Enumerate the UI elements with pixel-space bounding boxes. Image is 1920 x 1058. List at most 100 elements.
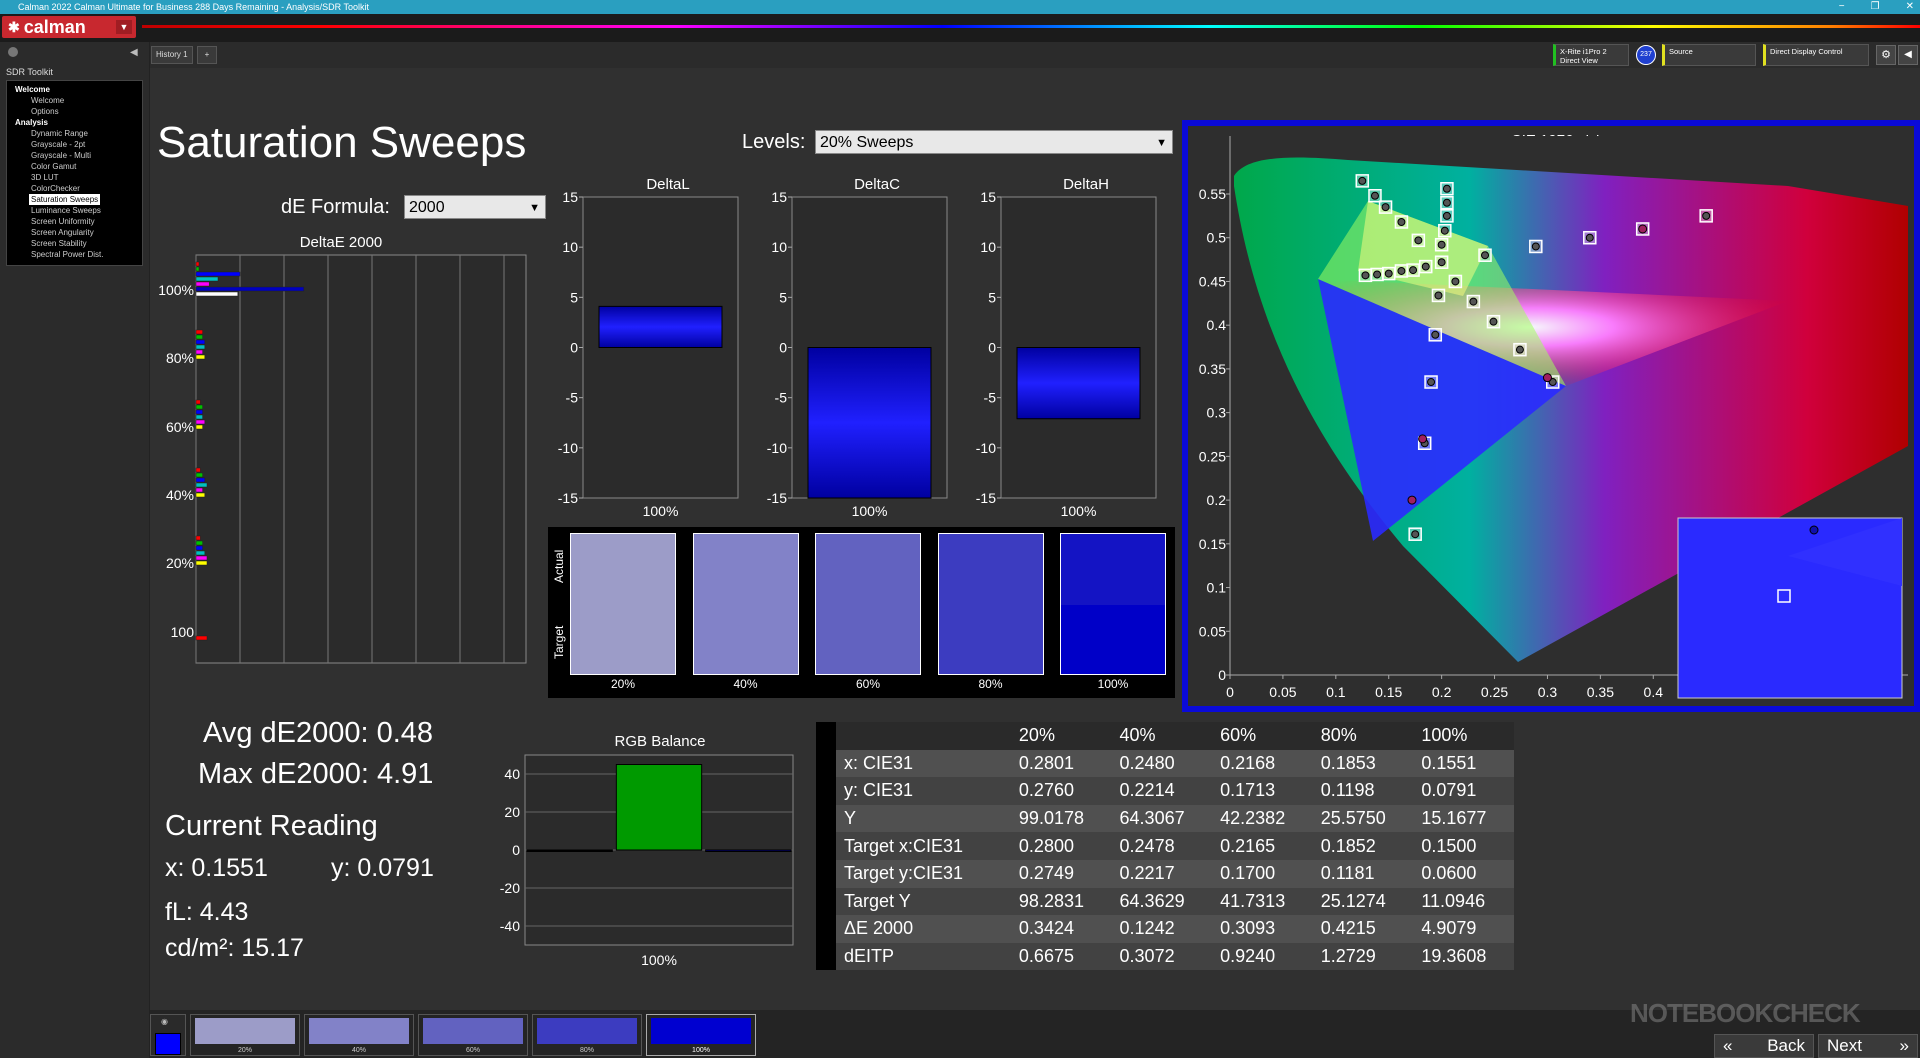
watermark: NOTEBOOKCHECK bbox=[1630, 998, 1861, 1028]
table-row: ΔE 2000 0.3424 0.1242 0.3093 0.4215 4.9079 bbox=[816, 915, 1514, 943]
swatch-actual bbox=[816, 534, 920, 605]
cie-actual-marker bbox=[1638, 224, 1648, 234]
tree-item[interactable]: Options bbox=[15, 106, 142, 117]
cie-ytick: 0.2 bbox=[1207, 492, 1227, 508]
table-row-label: Y bbox=[836, 804, 1011, 833]
tree-item[interactable]: Welcome bbox=[15, 84, 142, 95]
workflow-title: SDR Toolkit bbox=[6, 67, 53, 77]
meter-mode: Direct View bbox=[1560, 56, 1598, 65]
collapse-panel-icon[interactable]: ◀ bbox=[130, 47, 138, 58]
rgb-ytick: -40 bbox=[500, 918, 520, 934]
tree-item[interactable]: Screen Angularity bbox=[15, 227, 142, 238]
settings-gear-icon[interactable]: ⚙ bbox=[1876, 45, 1896, 65]
table-cell: 0.1500 bbox=[1413, 832, 1514, 860]
cie-xtick: 0.4 bbox=[1644, 684, 1664, 700]
display-label: Direct Display Control bbox=[1770, 47, 1843, 56]
table-cell: 0.0600 bbox=[1413, 859, 1514, 888]
tree-item[interactable]: ColorChecker bbox=[15, 183, 142, 194]
deltae-ytick: 100% bbox=[158, 282, 194, 298]
deltae-bar bbox=[195, 477, 206, 483]
formula-dropdown[interactable]: 2000 ▼ bbox=[404, 195, 546, 219]
swatch-pair bbox=[815, 533, 921, 675]
bottom-swatch[interactable]: 40% bbox=[304, 1014, 414, 1056]
swatch-pair bbox=[1060, 533, 1166, 675]
delta-ytick: 10 bbox=[771, 239, 787, 255]
deltae-bar bbox=[195, 399, 201, 405]
tree-item[interactable]: Screen Stability bbox=[15, 238, 142, 249]
tree-item[interactable]: Screen Uniformity bbox=[15, 216, 142, 227]
calman-mark-icon: ✱ bbox=[8, 18, 20, 35]
back-button[interactable]: « Back bbox=[1714, 1034, 1814, 1058]
table-cell: 0.1852 bbox=[1312, 832, 1414, 860]
meter-selector[interactable]: X-Rite i1Pro 2 Direct View bbox=[1553, 44, 1629, 66]
source-selector[interactable]: Source bbox=[1662, 44, 1756, 66]
window-controls: − ❐ ✕ bbox=[1839, 0, 1914, 14]
chevron-down-icon: ▼ bbox=[1156, 137, 1167, 149]
tree-item[interactable]: Spectral Power Dist. bbox=[15, 249, 142, 260]
delta-chart: 15 10 5 0 -5 -10 -15 100% bbox=[976, 192, 1157, 519]
tree-item[interactable]: Welcome bbox=[15, 95, 142, 106]
tree-item[interactable]: Luminance Sweeps bbox=[15, 205, 142, 216]
table-row-label: Target y:CIE31 bbox=[836, 859, 1011, 888]
add-history-button[interactable]: + bbox=[197, 46, 217, 64]
rgb-ytick: 20 bbox=[504, 804, 520, 820]
tree-item[interactable]: Color Gamut bbox=[15, 161, 142, 172]
levels-label: Levels: bbox=[742, 131, 806, 153]
tree-item[interactable]: Saturation Sweeps bbox=[15, 194, 142, 205]
tree-item[interactable]: 3D LUT bbox=[15, 172, 142, 183]
meter-badge[interactable]: 237 bbox=[1636, 45, 1656, 65]
table-cell: 25.1274 bbox=[1312, 887, 1414, 916]
delta-ytick: -10 bbox=[976, 440, 996, 456]
deltae-bar bbox=[195, 635, 208, 641]
tree-item[interactable]: Dynamic Range bbox=[15, 128, 142, 139]
cie-actual-marker bbox=[1397, 266, 1406, 275]
table-cell: 0.2168 bbox=[1212, 749, 1313, 778]
tree-item[interactable]: Grayscale - Multi bbox=[15, 150, 142, 161]
bottom-swatch[interactable]: 60% bbox=[418, 1014, 528, 1056]
current-color-swatch-box[interactable]: ◉ bbox=[150, 1014, 186, 1056]
deltae-bar bbox=[195, 276, 219, 282]
cie-zoom-actual-marker bbox=[1809, 525, 1819, 535]
table-header-row: 20% 40% 60% 80% 100% bbox=[816, 722, 1514, 750]
chevron-down-icon[interactable]: ▼ bbox=[116, 20, 132, 34]
deltae-ytick: 100 bbox=[171, 624, 195, 640]
current-reading-title: Current Reading bbox=[165, 810, 378, 842]
current-color-swatch bbox=[155, 1033, 181, 1055]
avg-de: Avg dE2000: 0.48 bbox=[203, 717, 434, 749]
display-selector[interactable]: Direct Display Control bbox=[1763, 44, 1869, 66]
maximize-button[interactable]: ❐ bbox=[1871, 0, 1880, 14]
cie-actual-marker bbox=[1358, 176, 1367, 185]
table-header: 100% bbox=[1413, 722, 1514, 750]
rgb-ytick: 0 bbox=[512, 842, 520, 858]
table-cell: 64.3629 bbox=[1111, 887, 1213, 916]
cie-actual-marker bbox=[1442, 211, 1451, 220]
bottom-swatch[interactable]: 20% bbox=[190, 1014, 300, 1056]
deltae-ytick: 40% bbox=[166, 487, 194, 503]
delta-ytick: 0 bbox=[988, 340, 996, 356]
close-button[interactable]: ✕ bbox=[1906, 0, 1914, 14]
rgb-bar bbox=[615, 764, 703, 851]
deltae-ytick: 60% bbox=[166, 419, 194, 435]
collapse-right-icon[interactable]: ◀ bbox=[1898, 45, 1918, 65]
bottom-swatch[interactable]: 100% bbox=[646, 1014, 756, 1056]
tab-history-1[interactable]: History 1 bbox=[151, 46, 193, 64]
next-button[interactable]: Next » bbox=[1818, 1034, 1918, 1058]
cie-ytick: 0.4 bbox=[1207, 317, 1227, 333]
tree-item[interactable]: Analysis bbox=[15, 117, 142, 128]
cie-actual-marker bbox=[1702, 211, 1711, 220]
cie-actual-marker bbox=[1409, 266, 1418, 275]
table-row-label: y: CIE31 bbox=[836, 777, 1011, 805]
pin-icon[interactable] bbox=[8, 47, 18, 57]
cie-xtick: 0.35 bbox=[1587, 684, 1614, 700]
cie-actual-marker bbox=[1515, 345, 1524, 354]
table-cell: 19.3608 bbox=[1413, 942, 1514, 971]
table-header: 20% bbox=[1010, 722, 1112, 750]
tree-item-selected[interactable]: Saturation Sweeps bbox=[29, 194, 101, 205]
tree-item[interactable]: Grayscale - 2pt bbox=[15, 139, 142, 150]
minimize-button[interactable]: − bbox=[1839, 0, 1845, 14]
table-row: Target y:CIE31 0.2749 0.2217 0.1700 0.1181 0.… bbox=[816, 859, 1514, 888]
levels-dropdown[interactable]: 20% Sweeps ▼ bbox=[815, 130, 1173, 154]
deltae-bar bbox=[195, 540, 203, 546]
calman-logo-button[interactable]: ✱ calman ▼ bbox=[2, 16, 136, 38]
bottom-swatch[interactable]: 80% bbox=[532, 1014, 642, 1056]
